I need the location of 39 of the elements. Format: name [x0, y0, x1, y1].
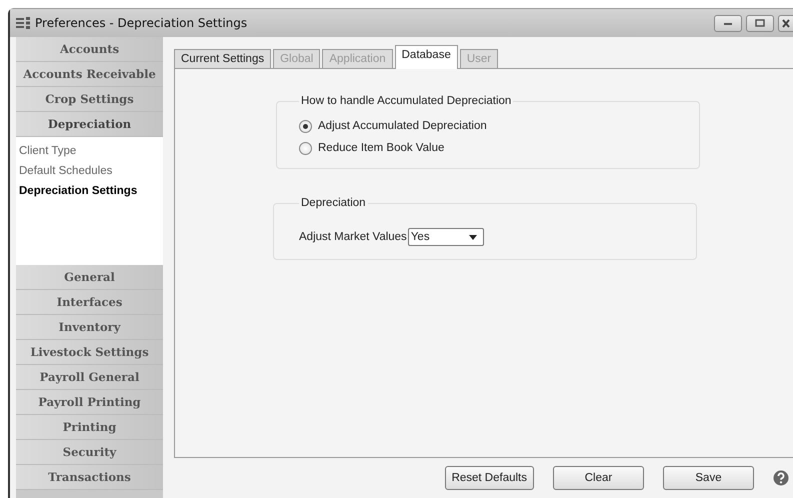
clear-button[interactable]: Clear	[553, 466, 644, 490]
sidebar-section[interactable]: Payroll General	[16, 365, 163, 390]
minimize-button[interactable]	[714, 14, 742, 32]
radio-label: Adjust Accumulated Depreciation	[318, 120, 487, 132]
app-icon	[16, 17, 30, 29]
sidebar-section[interactable]: General	[16, 265, 163, 290]
tab[interactable]: Database	[394, 45, 458, 69]
maximize-button[interactable]	[746, 14, 774, 32]
sidebar-section[interactable]: Accounts Receivable	[16, 62, 163, 87]
sidebar-section[interactable]: Crop Settings	[16, 87, 163, 112]
field-label: Adjust Market Values	[299, 231, 407, 243]
group-title: How to handle Accumulated Depreciation	[300, 95, 512, 107]
sidebar-section[interactable]: Interfaces	[16, 290, 163, 315]
close-icon	[781, 18, 791, 28]
sidebar-item[interactable]: Depreciation Settings	[16, 183, 163, 200]
sidebar-section[interactable]: Printing	[16, 415, 163, 440]
radio-label: Reduce Item Book Value	[318, 142, 444, 154]
close-button[interactable]	[778, 14, 793, 32]
sidebar-section[interactable]: Livestock Settings	[16, 340, 163, 365]
caret-icon	[468, 234, 477, 240]
save-button[interactable]: Save	[663, 466, 754, 490]
sidebar-section[interactable]: Accounts	[16, 37, 163, 62]
sidebar-section[interactable]: Transactions	[16, 465, 163, 490]
radio-button[interactable]	[299, 142, 312, 154]
maximize-icon	[755, 19, 765, 27]
reset-button[interactable]: Reset Defaults	[444, 466, 534, 490]
sidebar-item[interactable]: Default Schedules	[16, 163, 163, 180]
sidebar-section[interactable]: Security	[16, 440, 163, 465]
sidebar-section[interactable]: Inventory	[16, 315, 163, 340]
help-icon[interactable]	[773, 470, 789, 486]
radio-button[interactable]	[299, 120, 312, 132]
sidebar-item[interactable]: Client Type	[16, 143, 163, 160]
dropdown[interactable]: Yes	[408, 228, 484, 246]
sidebar-section[interactable]: Depreciation	[16, 112, 163, 137]
minimize-icon	[723, 20, 733, 26]
window-title: Preferences - Depreciation Settings	[35, 16, 248, 30]
tab[interactable]: Current Settings	[174, 49, 272, 68]
group-title: Depreciation	[300, 197, 367, 209]
sidebar-section[interactable]: Payroll Printing	[16, 390, 163, 415]
